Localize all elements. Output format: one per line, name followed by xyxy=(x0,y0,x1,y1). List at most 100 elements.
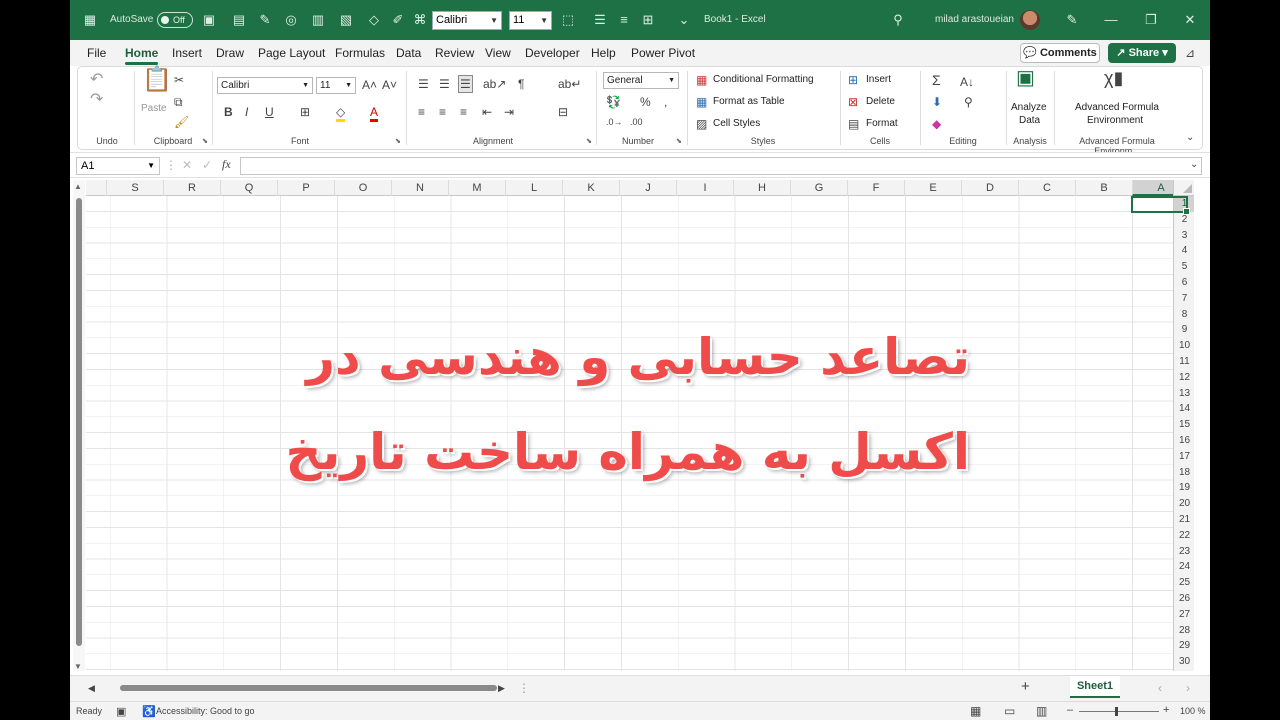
scroll-down-icon[interactable]: ▼ xyxy=(74,662,82,671)
undo-icon[interactable]: ↶ xyxy=(90,72,103,88)
insert-cells-button[interactable]: Insert xyxy=(866,74,891,85)
quick-access-icon[interactable]: ◎ xyxy=(283,12,299,28)
row-header[interactable]: 17 xyxy=(1174,449,1194,465)
decrease-indent-icon[interactable]: ⇤ xyxy=(482,105,492,119)
dialog-launcher-icon[interactable]: ⬊ xyxy=(202,137,208,145)
row-header[interactable]: 25 xyxy=(1174,575,1194,591)
column-header[interactable]: R xyxy=(163,180,220,196)
cut-icon[interactable]: ✂ xyxy=(174,73,184,87)
conditional-formatting-button[interactable]: Conditional Formatting xyxy=(713,74,814,85)
paste-label[interactable]: Paste xyxy=(141,103,167,114)
autosum-icon[interactable]: Σ xyxy=(932,73,941,87)
row-header[interactable]: 27 xyxy=(1174,607,1194,623)
sort-filter-icon[interactable]: A↓ xyxy=(960,75,974,89)
find-select-icon[interactable]: ⚲ xyxy=(964,95,973,109)
quick-access-icon[interactable]: ☰ xyxy=(592,12,608,28)
page-layout-view-icon[interactable]: ▭ xyxy=(1004,704,1015,718)
tab-insert[interactable]: Insert xyxy=(172,46,202,60)
table-icon[interactable]: ⊞ xyxy=(640,12,656,28)
clear-icon[interactable]: ◆ xyxy=(932,117,941,131)
column-header[interactable]: H xyxy=(733,180,790,196)
vertical-scrollbar[interactable]: ▲ ▼ xyxy=(73,180,85,671)
row-header[interactable]: 5 xyxy=(1174,259,1194,275)
accessibility-icon[interactable]: ♿ xyxy=(142,705,156,718)
align-right-icon[interactable]: ≡ xyxy=(460,105,467,119)
vertical-scroll-thumb[interactable] xyxy=(76,198,82,646)
row-header[interactable]: 4 xyxy=(1174,243,1194,259)
tab-page-layout[interactable]: Page Layout xyxy=(258,46,325,60)
row-header[interactable]: 24 xyxy=(1174,559,1194,575)
format-painter-icon[interactable]: ⌘ xyxy=(412,12,428,28)
row-header[interactable]: 21 xyxy=(1174,512,1194,528)
column-header[interactable]: L xyxy=(505,180,562,196)
formula-input[interactable] xyxy=(240,157,1202,175)
column-header[interactable]: B xyxy=(1075,180,1132,196)
row-header[interactable]: 19 xyxy=(1174,480,1194,496)
row-header[interactable]: 28 xyxy=(1174,623,1194,639)
comma-icon[interactable]: , xyxy=(664,95,667,109)
column-header[interactable]: O xyxy=(334,180,391,196)
format-painter-icon[interactable]: 🖌 xyxy=(174,115,189,129)
row-header[interactable]: 11 xyxy=(1174,354,1194,370)
row-header[interactable]: 16 xyxy=(1174,433,1194,449)
eraser-icon[interactable]: ◇ xyxy=(366,12,382,28)
minimize-icon[interactable]: — xyxy=(1103,12,1119,28)
zoom-out-icon[interactable]: – xyxy=(1067,704,1073,716)
tab-formulas[interactable]: Formulas xyxy=(335,46,385,60)
dialog-launcher-icon[interactable]: ⬊ xyxy=(676,137,682,145)
zoom-in-icon[interactable]: + xyxy=(1163,704,1169,716)
analyze-data-label-line2[interactable]: Data xyxy=(1019,115,1040,126)
afe-label-line2[interactable]: Environment xyxy=(1087,115,1143,126)
font-color-icon[interactable]: A xyxy=(370,105,379,122)
quick-access-icon[interactable]: ▧ xyxy=(338,12,354,28)
dialog-launcher-icon[interactable]: ⬊ xyxy=(586,137,592,145)
quick-access-icon[interactable]: ▤ xyxy=(231,12,247,28)
zoom-slider[interactable] xyxy=(1079,707,1159,716)
normal-view-icon[interactable]: ▦ xyxy=(970,704,981,718)
decrease-font-icon[interactable]: A˅ xyxy=(382,78,397,92)
font-size-select[interactable]: 11 ▼ xyxy=(316,77,356,94)
row-header[interactable]: 15 xyxy=(1174,417,1194,433)
save-icon[interactable]: ▣ xyxy=(201,12,217,28)
column-header[interactable]: G xyxy=(790,180,847,196)
scroll-right-icon[interactable]: ▶ xyxy=(498,681,505,695)
tab-power-pivot[interactable]: Power Pivot xyxy=(631,46,695,60)
sheet-tab-sheet1[interactable]: Sheet1 xyxy=(1070,676,1120,698)
search-icon[interactable]: ⚲ xyxy=(890,12,906,28)
currency-icon[interactable]: 💱 xyxy=(606,95,621,109)
scroll-left-icon[interactable]: ◀ xyxy=(88,681,95,695)
horizontal-scroll-thumb[interactable] xyxy=(120,685,497,691)
zoom-level[interactable]: 100 % xyxy=(1180,706,1206,716)
row-header[interactable]: 20 xyxy=(1174,496,1194,512)
wrap-text-icon[interactable]: ab↵ xyxy=(558,77,581,91)
row-header[interactable]: 30 xyxy=(1174,654,1194,670)
fill-color-icon[interactable]: ◇ xyxy=(336,105,346,122)
customize-dropdown-icon[interactable]: ⌄ xyxy=(676,12,692,28)
copy-icon[interactable]: ⧉ xyxy=(174,95,183,109)
row-header[interactable]: 22 xyxy=(1174,528,1194,544)
underline-icon[interactable]: U xyxy=(265,105,274,119)
merge-center-icon[interactable]: ⊟ xyxy=(558,105,568,119)
row-header[interactable]: 26 xyxy=(1174,591,1194,607)
new-sheet-icon[interactable]: + xyxy=(1021,679,1030,694)
user-name[interactable]: milad arastoueian xyxy=(935,14,1014,25)
quick-access-icon[interactable]: ✐ xyxy=(390,12,406,28)
orientation-icon[interactable]: ab↗ xyxy=(483,77,506,91)
text-direction-icon[interactable]: ¶ xyxy=(518,77,524,91)
align-middle-icon[interactable]: ☰ xyxy=(439,77,450,91)
row-header[interactable]: 3 xyxy=(1174,228,1194,244)
fill-icon[interactable]: ⬇ xyxy=(932,95,942,109)
autosave-toggle[interactable]: Off xyxy=(157,12,193,28)
increase-indent-icon[interactable]: ⇥ xyxy=(504,105,514,119)
qat-font-size[interactable]: 11 ▼ xyxy=(509,11,552,30)
active-cell-a1[interactable] xyxy=(1131,196,1190,215)
row-header[interactable]: 13 xyxy=(1174,386,1194,402)
align-left-icon[interactable]: ≡ xyxy=(418,105,425,119)
italic-icon[interactable]: I xyxy=(245,105,248,119)
next-sheet-icon[interactable]: › xyxy=(1186,681,1190,695)
format-as-table-button[interactable]: Format as Table xyxy=(713,96,785,107)
number-format-select[interactable]: General ▼ xyxy=(603,72,679,89)
column-header[interactable]: K xyxy=(562,180,619,196)
row-header[interactable]: 12 xyxy=(1174,370,1194,386)
column-header[interactable]: C xyxy=(1018,180,1075,196)
